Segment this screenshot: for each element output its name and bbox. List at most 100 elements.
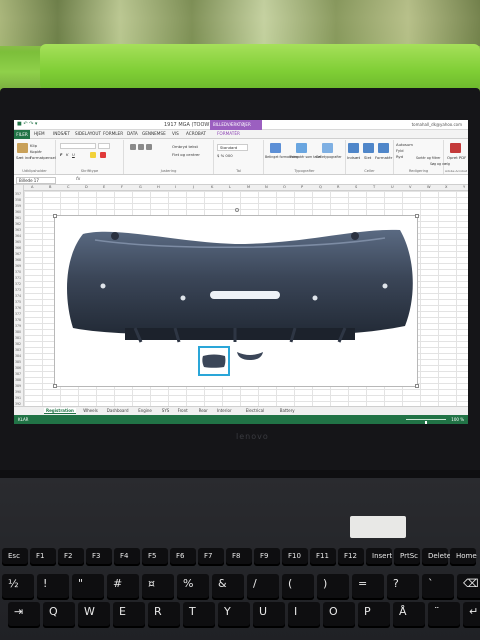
keyboard-key[interactable]: ) <box>317 574 349 600</box>
row-header[interactable]: 382 <box>15 342 21 346</box>
quick-access-icons[interactable]: ■ ↶ ↷ ▾ <box>17 121 37 127</box>
create-pdf-button[interactable]: Opret PDF <box>447 155 466 160</box>
align-bottom-icon[interactable] <box>146 144 152 150</box>
keyboard-key[interactable]: ⇥ <box>8 602 40 628</box>
row-header[interactable]: 376 <box>15 306 21 310</box>
row-header[interactable]: 364 <box>15 234 21 238</box>
resize-handle-bl[interactable] <box>53 384 57 388</box>
tab-acrobat[interactable]: ACROBAT <box>185 131 207 136</box>
thumbnail-rear[interactable] <box>198 346 230 376</box>
row-header[interactable]: 362 <box>15 222 21 226</box>
tab-page-layout[interactable]: SIDELAYOUT <box>74 131 102 136</box>
keyboard-key[interactable]: " <box>72 574 104 600</box>
column-header[interactable]: Q <box>319 185 322 189</box>
delete-cells-button[interactable]: Slet <box>364 155 371 160</box>
font-color-icon[interactable] <box>100 152 106 158</box>
keyboard-key[interactable]: Y <box>218 602 250 628</box>
keyboard-key[interactable]: Home <box>450 548 477 566</box>
keyboard-key[interactable]: W <box>78 602 110 628</box>
fx-icon[interactable]: fx <box>76 177 80 182</box>
column-header[interactable]: F <box>121 185 123 189</box>
row-header[interactable]: 357 <box>15 192 21 196</box>
keyboard-key[interactable]: F8 <box>226 548 252 566</box>
column-header[interactable]: H <box>157 185 160 189</box>
zoom-level[interactable]: 100 % <box>451 417 464 422</box>
row-header[interactable]: 366 <box>15 246 21 250</box>
paste-icon[interactable] <box>17 143 28 153</box>
align-top-icon[interactable] <box>130 144 136 150</box>
row-header[interactable]: 389 <box>15 384 21 388</box>
format-painter-button[interactable]: Formatpensel <box>30 155 56 160</box>
column-header[interactable]: J <box>193 185 194 189</box>
row-header[interactable]: 379 <box>15 324 21 328</box>
merge-center-button[interactable]: Flet og centrer <box>172 152 200 157</box>
keyboard-key[interactable]: Delete <box>422 548 451 566</box>
sheet-tab[interactable]: Wheels <box>83 408 98 413</box>
thumbnail-front[interactable] <box>234 346 266 376</box>
resize-handle-tl[interactable] <box>53 214 57 218</box>
row-header[interactable]: 370 <box>15 270 21 274</box>
cut-button[interactable]: Klip <box>30 143 37 148</box>
keyboard-key[interactable]: # <box>107 574 139 600</box>
tab-home[interactable]: HJEM <box>33 131 46 136</box>
tab-review[interactable]: GENNEMSE <box>141 131 167 136</box>
row-header[interactable]: 375 <box>15 300 21 304</box>
zoom-slider[interactable] <box>406 419 446 424</box>
tab-format[interactable]: FORMATÉR <box>216 131 241 136</box>
column-header[interactable]: P <box>301 185 303 189</box>
sheet-tab[interactable]: Registration <box>44 408 76 414</box>
keyboard-key[interactable]: Å <box>393 602 425 628</box>
row-header[interactable]: 369 <box>15 264 21 268</box>
row-header[interactable]: 365 <box>15 240 21 244</box>
keyboard-key[interactable]: F5 <box>142 548 168 566</box>
insert-cells-icon[interactable] <box>348 143 359 153</box>
sort-filter-button[interactable]: Sortér og filtrer <box>416 156 440 160</box>
tab-view[interactable]: VIS <box>171 131 180 136</box>
row-header[interactable]: 360 <box>15 210 21 214</box>
keyboard-key[interactable]: PrtSc <box>394 548 420 566</box>
keyboard-key[interactable]: ( <box>282 574 314 600</box>
keyboard-key[interactable]: % <box>177 574 209 600</box>
keyboard-key[interactable]: U <box>253 602 285 628</box>
insert-cells-button[interactable]: Indsæt <box>347 155 360 160</box>
keyboard-key[interactable]: F12 <box>338 548 364 566</box>
column-header[interactable]: V <box>409 185 411 189</box>
keyboard-key[interactable]: P <box>358 602 390 628</box>
row-header[interactable]: 372 <box>15 282 21 286</box>
column-header[interactable]: M <box>247 185 250 189</box>
row-header[interactable]: 388 <box>15 378 21 382</box>
row-header[interactable]: 380 <box>15 330 21 334</box>
conditional-format-icon[interactable] <box>270 143 281 153</box>
row-header[interactable]: 385 <box>15 360 21 364</box>
keyboard-key[interactable]: / <box>247 574 279 600</box>
keyboard-key[interactable]: F11 <box>310 548 336 566</box>
keyboard-key[interactable]: ? <box>387 574 419 600</box>
column-header[interactable]: S <box>355 185 357 189</box>
row-header[interactable]: 391 <box>15 396 21 400</box>
row-header[interactable]: 384 <box>15 354 21 358</box>
copy-button[interactable]: Kopiér <box>30 149 42 154</box>
sheet-tab[interactable]: Dashboard <box>107 408 129 413</box>
resize-handle-br[interactable] <box>415 384 419 388</box>
font-size-dropdown[interactable] <box>98 143 110 149</box>
sheet-tab[interactable]: Engine <box>138 408 152 413</box>
currency-icon[interactable]: $ % 000 <box>217 153 233 158</box>
row-header[interactable]: 377 <box>15 312 21 316</box>
keyboard-key[interactable]: F6 <box>170 548 196 566</box>
column-header[interactable]: I <box>175 185 176 189</box>
autosum-button[interactable]: Autosum <box>396 142 413 147</box>
tab-formulas[interactable]: FORMLER <box>102 131 124 136</box>
column-header[interactable]: B <box>49 185 51 189</box>
column-header[interactable]: O <box>283 185 286 189</box>
format-table-icon[interactable] <box>296 143 307 153</box>
keyboard-key[interactable]: Insert <box>366 548 392 566</box>
column-header[interactable]: K <box>211 185 213 189</box>
row-header[interactable]: 386 <box>15 366 21 370</box>
keyboard-key[interactable]: I <box>288 602 320 628</box>
clear-button[interactable]: Ryd <box>396 154 403 159</box>
delete-cells-icon[interactable] <box>363 143 374 153</box>
zoom-slider-knob[interactable] <box>425 421 427 424</box>
tab-insert[interactable]: INDSÆT <box>52 131 71 136</box>
column-header[interactable]: T <box>373 185 375 189</box>
row-header[interactable]: 368 <box>15 258 21 262</box>
